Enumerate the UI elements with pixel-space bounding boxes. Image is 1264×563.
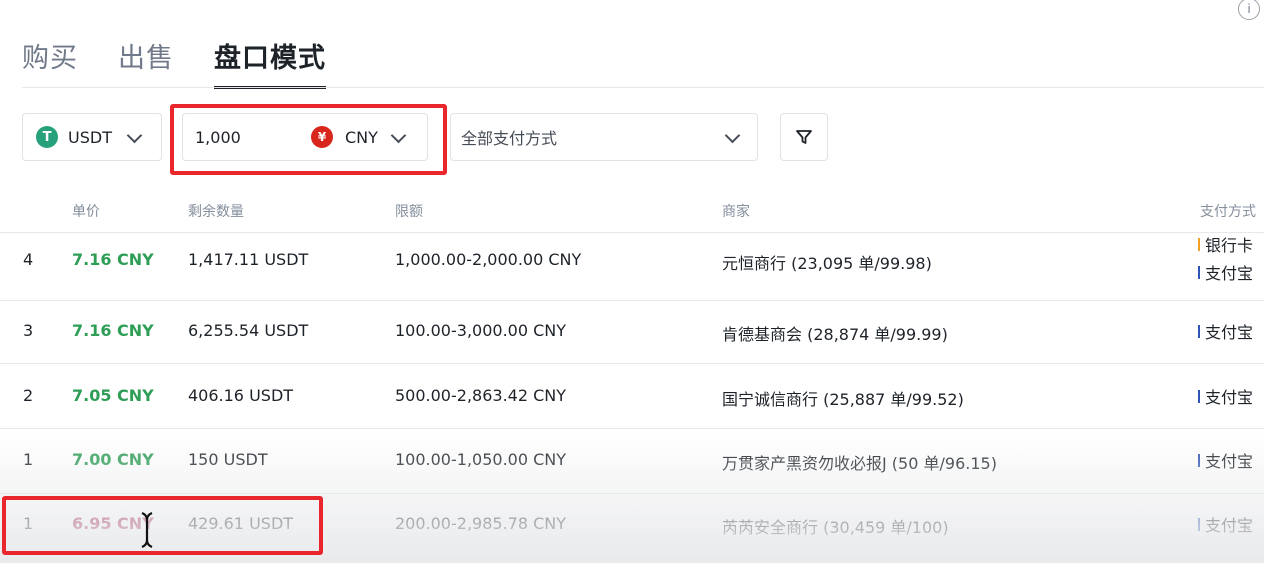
row-quantity: 406.16 USDT	[188, 386, 294, 405]
header-payment: 支付方式	[1200, 204, 1256, 220]
row-merchant[interactable]: 芮芮安全商行 (30,459 单/100)	[722, 514, 949, 538]
table-row[interactable]: 2 7.05 CNY 406.16 USDT 500.00-2,863.42 C…	[0, 364, 1264, 429]
filter-icon	[796, 130, 812, 144]
row-highlight	[2, 496, 323, 555]
row-price: 7.00 CNY	[72, 450, 154, 469]
payment-alipay: 支付宝	[1198, 510, 1253, 538]
row-merchant[interactable]: 肯德基商会 (28,874 单/99.99)	[722, 321, 948, 345]
table-row[interactable]: 1 7.00 CNY 150 USDT 100.00-1,050.00 CNY …	[0, 429, 1264, 494]
payment-method-label: 全部支付方式	[461, 129, 558, 148]
chevron-down-icon	[724, 127, 741, 144]
row-payments: 支付宝	[1198, 317, 1253, 345]
text-cursor-icon	[141, 511, 153, 549]
coin-select[interactable]: T USDT	[22, 113, 162, 161]
info-icon[interactable]: i	[1238, 0, 1260, 20]
row-quantity: 6,255.54 USDT	[188, 321, 309, 340]
tether-icon: T	[36, 126, 58, 148]
row-merchant[interactable]: 万贯家产黑资勿收必报J (50 单/96.15)	[722, 450, 997, 474]
row-index: 4	[23, 250, 34, 269]
payment-alipay: 支付宝	[1198, 258, 1253, 286]
row-limit: 200.00-2,985.78 CNY	[395, 514, 567, 533]
tab-sell[interactable]: 出售	[118, 32, 174, 88]
row-price: 7.05 CNY	[72, 386, 154, 405]
row-payments: 银行卡 支付宝	[1198, 230, 1253, 286]
payment-alipay: 支付宝	[1198, 382, 1253, 410]
row-price: 7.16 CNY	[72, 250, 154, 269]
row-index: 2	[23, 386, 34, 405]
payment-alipay: 支付宝	[1198, 317, 1253, 345]
chevron-down-icon	[126, 127, 143, 144]
payment-bank-card: 银行卡	[1198, 230, 1253, 258]
table-row[interactable]: 4 7.16 CNY 1,417.11 USDT 1,000.00-2,000.…	[0, 232, 1264, 301]
tab-orderbook[interactable]: 盘口模式	[214, 32, 326, 89]
row-merchant[interactable]: 国宁诚信商行 (25,887 单/99.52)	[722, 386, 964, 410]
header-merchant: 商家	[722, 204, 750, 220]
row-index: 3	[23, 321, 34, 340]
row-index: 1	[23, 450, 34, 469]
payment-alipay: 支付宝	[1198, 446, 1253, 474]
payment-method-select[interactable]: 全部支付方式	[450, 113, 758, 161]
row-limit: 500.00-2,863.42 CNY	[395, 386, 567, 405]
header-quantity: 剩余数量	[188, 204, 244, 220]
tab-buy[interactable]: 购买	[22, 32, 78, 88]
row-payments: 支付宝	[1198, 510, 1253, 538]
row-merchant[interactable]: 元恒商行 (23,095 单/99.98)	[722, 250, 932, 274]
coin-label: USDT	[68, 127, 112, 147]
amount-highlight	[170, 104, 447, 175]
row-limit: 1,000.00-2,000.00 CNY	[395, 250, 582, 269]
row-price: 7.16 CNY	[72, 321, 154, 340]
tabs-divider	[22, 87, 1264, 88]
row-quantity: 150 USDT	[188, 450, 268, 469]
header-limit: 限额	[395, 204, 423, 220]
row-limit: 100.00-1,050.00 CNY	[395, 450, 567, 469]
filter-button[interactable]	[780, 113, 828, 161]
header-price: 单价	[72, 204, 100, 220]
row-limit: 100.00-3,000.00 CNY	[395, 321, 567, 340]
trade-tabs: 购买 出售 盘口模式	[22, 32, 366, 89]
table-row[interactable]: 3 7.16 CNY 6,255.54 USDT 100.00-3,000.00…	[0, 299, 1264, 364]
row-quantity: 1,417.11 USDT	[188, 250, 309, 269]
row-payments: 支付宝	[1198, 382, 1253, 410]
row-payments: 支付宝	[1198, 446, 1253, 474]
